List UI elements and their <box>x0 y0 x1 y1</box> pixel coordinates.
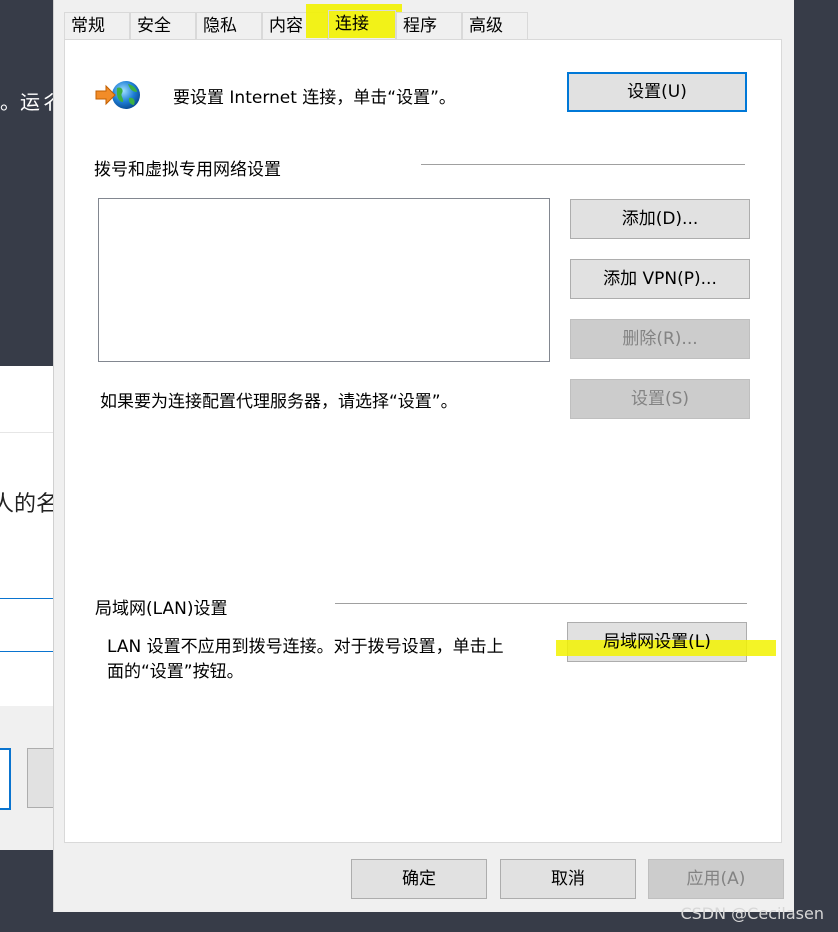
connections-listbox[interactable] <box>98 198 550 362</box>
add-connection-button[interactable]: 添加(D)... <box>570 199 750 239</box>
add-vpn-button[interactable]: 添加 VPN(P)... <box>570 259 750 299</box>
lan-settings-label: 局域网设置(L) <box>603 632 711 652</box>
cancel-button[interactable]: 取消 <box>500 859 636 899</box>
background-window: 人的名 。 <box>0 366 60 850</box>
tab-label: 内容 <box>269 16 303 36</box>
background-input-2[interactable] <box>0 651 60 652</box>
tab-label: 安全 <box>137 16 171 36</box>
lan-separator <box>335 603 747 604</box>
tab-label: 高级 <box>469 16 503 36</box>
watermark: CSDN @Cecilasen <box>680 904 824 923</box>
background-text: 。运彳 <box>0 90 60 114</box>
tab-general[interactable]: 常规 <box>64 12 130 39</box>
tab-label: 隐私 <box>203 16 237 36</box>
internet-globe-icon <box>93 78 143 112</box>
tab-label: 连接 <box>335 14 369 34</box>
tab-security[interactable]: 安全 <box>130 12 196 39</box>
background-window-text-2: 。 <box>0 524 14 556</box>
proxy-hint-text: 如果要为连接配置代理服务器，请选择“设置”。 <box>100 392 458 412</box>
tab-advanced[interactable]: 高级 <box>462 12 528 39</box>
apply-button[interactable]: 应用(A) <box>648 859 784 899</box>
background-button-primary[interactable] <box>0 748 11 810</box>
internet-options-dialog: 常规 安全 隐私 内容 连接 程序 高级 要设置 Internet 连接，单击“… <box>53 0 794 912</box>
background-input-1[interactable] <box>0 598 60 599</box>
ok-button[interactable]: 确定 <box>351 859 487 899</box>
lan-description-line2: 面的“设置”按钮。 <box>107 662 244 682</box>
connections-panel: 要设置 Internet 连接，单击“设置”。 设置(U) 拨号和虚拟专用网络设… <box>64 39 782 843</box>
tab-connections[interactable]: 连接 <box>328 10 396 39</box>
internet-setup-text: 要设置 Internet 连接，单击“设置”。 <box>173 88 456 108</box>
tab-label: 程序 <box>403 16 437 36</box>
connection-settings-button[interactable]: 设置(S) <box>570 379 750 419</box>
setup-button[interactable]: 设置(U) <box>567 72 747 112</box>
delete-connection-button[interactable]: 删除(R)... <box>570 319 750 359</box>
lan-description-line1: LAN 设置不应用到拨号连接。对于拨号设置，单击上 <box>107 637 504 657</box>
lan-header: 局域网(LAN)设置 <box>95 599 228 619</box>
lan-settings-button[interactable]: 局域网设置(L) <box>556 622 776 662</box>
tab-programs[interactable]: 程序 <box>396 12 462 39</box>
tab-label: 常规 <box>71 16 105 36</box>
tab-privacy[interactable]: 隐私 <box>196 12 262 39</box>
background-divider <box>0 432 60 433</box>
dialup-separator <box>421 164 745 165</box>
dialup-vpn-header: 拨号和虚拟专用网络设置 <box>94 160 281 180</box>
background-window-text: 人的名 <box>0 492 59 517</box>
